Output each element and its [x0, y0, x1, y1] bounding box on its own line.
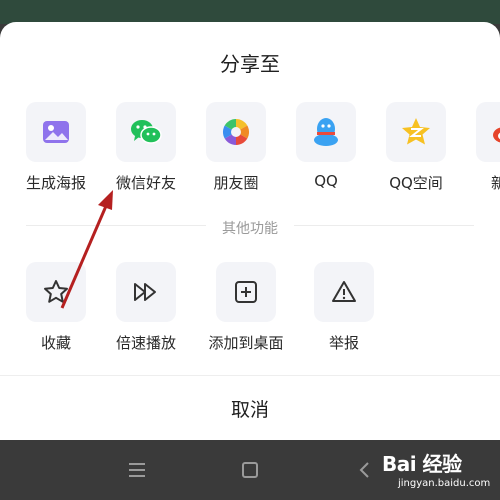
share-target-qq[interactable]: QQ: [284, 102, 364, 198]
share-target-label: QQ空间: [389, 174, 443, 192]
playback-speed-button[interactable]: 倍速播放: [104, 262, 184, 358]
share-sheet-title: 分享至: [220, 52, 280, 76]
share-target-poster[interactable]: 生成海报: [14, 102, 94, 198]
share-sheet: 分享至 生成海报 微信好友 朋友圈 QQ QQ空间 新 其他功能 收藏 倍速播放…: [0, 22, 500, 440]
add-to-desktop-button[interactable]: 添加到桌面: [204, 262, 284, 358]
share-target-wechat[interactable]: 微信好友: [104, 102, 184, 198]
watermark-site: jingyan.baidu.com: [398, 478, 491, 489]
qq-icon: [296, 102, 356, 162]
function-label: 收藏: [40, 334, 71, 352]
back-icon[interactable]: [350, 458, 378, 482]
share-target-weibo[interactable]: 新浪: [464, 102, 500, 198]
fast-forward-icon: [116, 262, 176, 322]
qzone-icon: [386, 102, 446, 162]
home-square-icon[interactable]: [236, 458, 264, 482]
share-target-qzone[interactable]: QQ空间: [374, 102, 454, 198]
share-target-label: 微信好友: [115, 174, 176, 192]
star-icon: [26, 262, 86, 322]
add-to-desktop-icon: [216, 262, 276, 322]
section-label-other-functions: 其他功能: [222, 221, 278, 237]
share-target-label: 新浪: [490, 174, 500, 192]
function-label: 倍速播放: [115, 334, 176, 352]
section-divider-right: [294, 225, 474, 226]
other-functions-row: 收藏 倍速播放 添加到桌面 举报: [0, 262, 500, 362]
share-target-label: QQ: [314, 172, 338, 190]
warning-icon: [314, 262, 374, 322]
moments-icon: [206, 102, 266, 162]
share-target-moments[interactable]: 朋友圈: [194, 102, 274, 198]
menu-icon[interactable]: [123, 458, 151, 482]
share-target-label: 朋友圈: [213, 174, 259, 192]
function-label: 举报: [328, 334, 359, 352]
report-button[interactable]: 举报: [302, 262, 382, 358]
share-target-label: 生成海报: [25, 174, 86, 192]
poster-icon: [26, 102, 86, 162]
favorite-button[interactable]: 收藏: [14, 262, 94, 358]
watermark-logo: Bai 经验: [382, 452, 462, 476]
app-background-strip: [0, 0, 500, 24]
cancel-button[interactable]: 取消: [0, 376, 500, 440]
share-targets-row[interactable]: 生成海报 微信好友 朋友圈 QQ QQ空间 新: [0, 102, 500, 202]
wechat-icon: [116, 102, 176, 162]
function-label: 添加到桌面: [208, 334, 284, 352]
baidu-jingyan-watermark: Bai 经验 jingyan.baidu.com: [382, 444, 500, 496]
weibo-icon: [476, 102, 500, 162]
